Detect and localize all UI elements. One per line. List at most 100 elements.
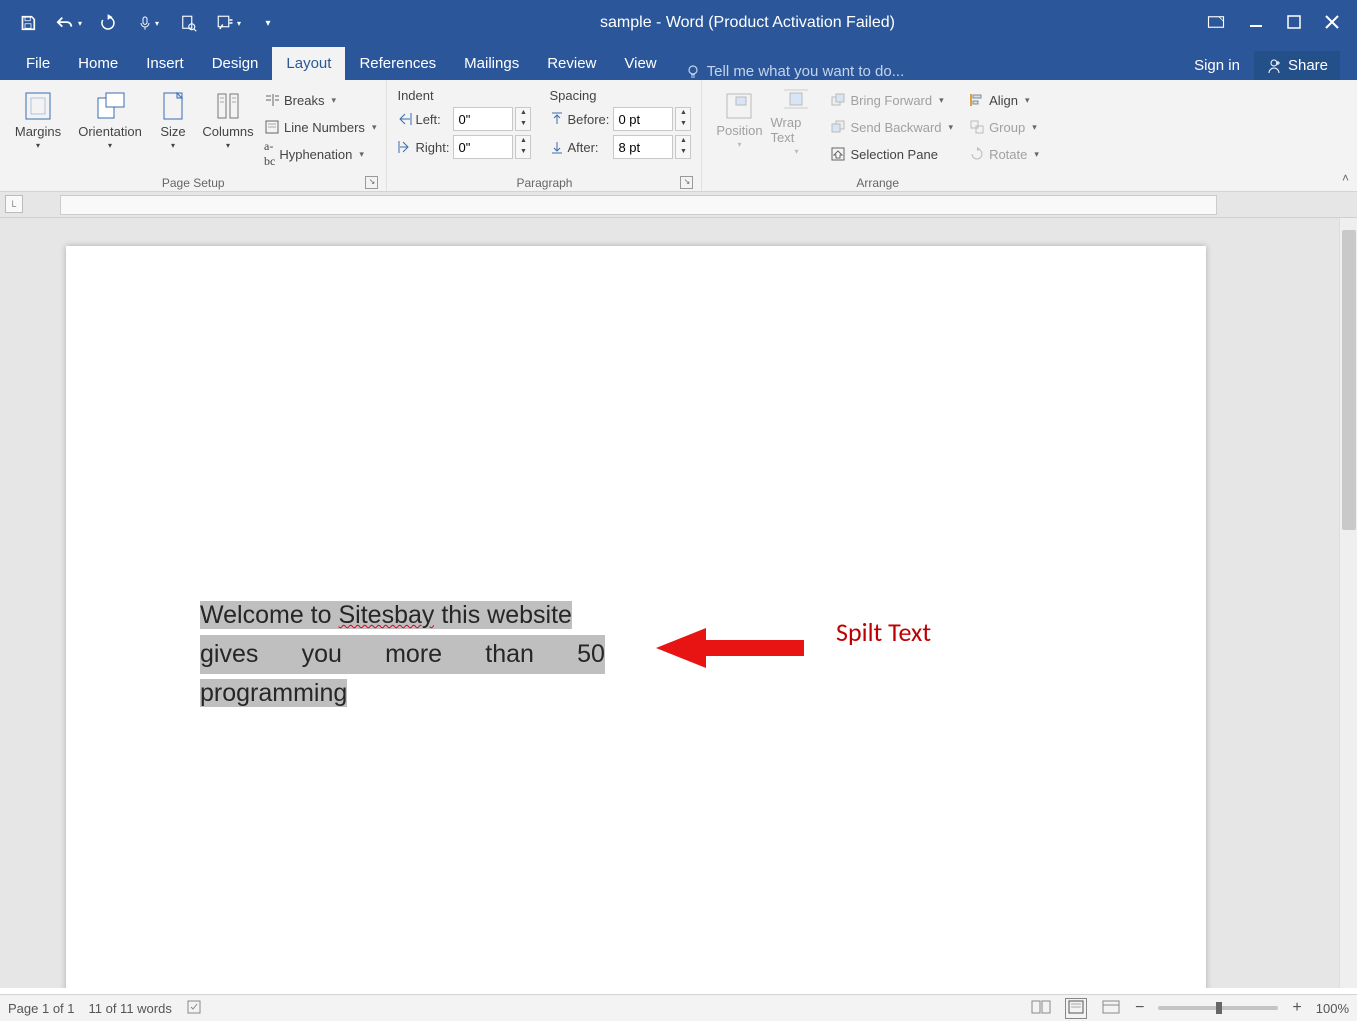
print-preview-icon[interactable] xyxy=(168,4,208,42)
size-button[interactable]: Size▾ xyxy=(150,84,196,156)
hyphenation-button[interactable]: a-bcHyphenation xyxy=(260,142,380,166)
tab-selector[interactable]: L xyxy=(5,195,23,213)
collapse-ribbon-icon[interactable]: ˄ xyxy=(1342,171,1349,185)
tab-view[interactable]: View xyxy=(610,47,670,80)
tab-insert[interactable]: Insert xyxy=(132,47,198,80)
selection-pane-button[interactable]: Selection Pane xyxy=(826,142,957,166)
space-before-spinner[interactable]: ▲▼ xyxy=(675,107,691,131)
tell-me-placeholder: Tell me what you want to do... xyxy=(707,63,905,80)
tell-me-search[interactable]: Tell me what you want to do... xyxy=(671,63,1194,80)
group-button[interactable]: Group xyxy=(965,115,1043,139)
quick-access-toolbar: ▾ ▾ ▾ ▾ xyxy=(8,4,288,42)
bring-forward-button[interactable]: Bring Forward xyxy=(826,88,957,112)
app-title: sample - Word (Product Activation Failed… xyxy=(288,14,1207,32)
columns-button[interactable]: Columns▾ xyxy=(196,84,260,156)
indent-right-input[interactable] xyxy=(453,135,513,159)
doc-line1c: this website xyxy=(434,601,572,629)
wrap-text-button[interactable]: Wrap Text▾ xyxy=(770,84,822,156)
zoom-out-button[interactable]: − xyxy=(1135,999,1144,1017)
indent-heading: Indent xyxy=(397,86,531,107)
undo-icon[interactable]: ▾ xyxy=(48,4,88,42)
callout-text: Spilt Text xyxy=(836,616,931,648)
indent-left-spinner[interactable]: ▲▼ xyxy=(515,107,531,131)
breaks-button[interactable]: Breaks xyxy=(260,88,380,112)
position-icon xyxy=(724,91,754,121)
share-icon xyxy=(1266,58,1282,74)
maximize-icon[interactable] xyxy=(1287,15,1301,32)
margins-button[interactable]: Margins▾ xyxy=(6,84,70,156)
orientation-button[interactable]: Orientation▾ xyxy=(70,84,150,156)
zoom-level[interactable]: 100% xyxy=(1316,1001,1349,1016)
wrap-text-label: Wrap Text xyxy=(770,115,822,145)
minimize-icon[interactable] xyxy=(1249,15,1263,32)
touch-mode-icon[interactable]: ▾ xyxy=(208,4,248,42)
indent-left-input[interactable] xyxy=(453,107,513,131)
group-arrange: Position▾ Wrap Text▾ Bring Forward Send … xyxy=(702,80,1052,191)
margins-label: Margins xyxy=(15,124,61,139)
status-page[interactable]: Page 1 of 1 xyxy=(8,1001,75,1016)
zoom-slider-knob[interactable] xyxy=(1216,1002,1222,1014)
repeat-icon[interactable] xyxy=(88,4,128,42)
line-numbers-label: Line Numbers xyxy=(284,120,365,135)
rotate-icon xyxy=(969,146,985,162)
zoom-slider[interactable] xyxy=(1158,1006,1278,1010)
align-label: Align xyxy=(989,93,1018,108)
selection-pane-label: Selection Pane xyxy=(850,147,937,162)
wrap-text-icon xyxy=(781,84,811,113)
tab-mailings[interactable]: Mailings xyxy=(450,47,533,80)
horizontal-ruler[interactable] xyxy=(60,195,1217,215)
save-icon[interactable] xyxy=(8,4,48,42)
bring-forward-label: Bring Forward xyxy=(850,93,932,108)
size-icon xyxy=(159,90,187,122)
selected-text-block[interactable]: Welcome to Sitesbay this website givesyo… xyxy=(200,596,605,712)
document-page[interactable]: Welcome to Sitesbay this website givesyo… xyxy=(66,246,1206,988)
tab-file[interactable]: File xyxy=(12,47,64,80)
space-after-spinner[interactable]: ▲▼ xyxy=(675,135,691,159)
close-icon[interactable] xyxy=(1325,15,1339,32)
account-area: Sign in Share xyxy=(1194,51,1345,80)
mic-icon[interactable]: ▾ xyxy=(128,4,168,42)
hyphenation-icon: a-bc xyxy=(264,139,275,169)
tab-design[interactable]: Design xyxy=(198,47,273,80)
tab-home[interactable]: Home xyxy=(64,47,132,80)
group-page-setup: Margins▾ Orientation▾ Size▾ Columns▾ Bre… xyxy=(0,80,387,191)
share-label: Share xyxy=(1288,57,1328,74)
vertical-ruler[interactable] xyxy=(5,218,23,988)
view-read-mode-icon[interactable] xyxy=(1031,999,1051,1018)
tab-layout[interactable]: Layout xyxy=(272,47,345,80)
group-icon xyxy=(969,119,985,135)
ribbon-display-options-icon[interactable] xyxy=(1207,15,1225,32)
spellcheck-icon[interactable] xyxy=(186,999,204,1018)
zoom-in-button[interactable]: + xyxy=(1292,999,1301,1017)
rotate-button[interactable]: Rotate xyxy=(965,142,1043,166)
paragraph-dialog-launcher[interactable]: ↘ xyxy=(680,176,693,189)
rotate-label: Rotate xyxy=(989,147,1027,162)
line-numbers-button[interactable]: Line Numbers xyxy=(260,115,380,139)
group-paragraph: Indent Left: ▲▼ Right: ▲▼ Spacing xyxy=(387,80,702,191)
tab-references[interactable]: References xyxy=(345,47,450,80)
scrollbar-thumb[interactable] xyxy=(1342,230,1356,530)
status-words[interactable]: 11 of 11 words xyxy=(89,1001,172,1016)
tab-review[interactable]: Review xyxy=(533,47,610,80)
sign-in-link[interactable]: Sign in xyxy=(1194,57,1240,74)
align-button[interactable]: Align xyxy=(965,88,1043,112)
document-area: Welcome to Sitesbay this website givesyo… xyxy=(0,218,1357,988)
share-button[interactable]: Share xyxy=(1254,51,1340,80)
qat-customize-icon[interactable]: ▾ xyxy=(248,4,288,42)
position-button[interactable]: Position▾ xyxy=(708,84,770,156)
space-after-input[interactable] xyxy=(613,135,673,159)
vertical-scrollbar[interactable] xyxy=(1339,218,1357,988)
space-before-label: Before: xyxy=(567,112,611,127)
indent-right-spinner[interactable]: ▲▼ xyxy=(515,135,531,159)
columns-label: Columns xyxy=(202,124,253,139)
page-setup-dialog-launcher[interactable]: ↘ xyxy=(365,176,378,189)
window-controls xyxy=(1207,15,1349,32)
bring-forward-icon xyxy=(830,92,846,108)
indent-left-label: Left: xyxy=(415,112,451,127)
view-web-layout-icon[interactable] xyxy=(1101,999,1121,1018)
send-backward-button[interactable]: Send Backward xyxy=(826,115,957,139)
space-before-input[interactable] xyxy=(613,107,673,131)
view-print-layout-icon[interactable] xyxy=(1065,998,1087,1019)
ribbon-tabs: File Home Insert Design Layout Reference… xyxy=(0,46,1357,80)
status-bar: Page 1 of 1 11 of 11 words − + 100% xyxy=(0,994,1357,1021)
